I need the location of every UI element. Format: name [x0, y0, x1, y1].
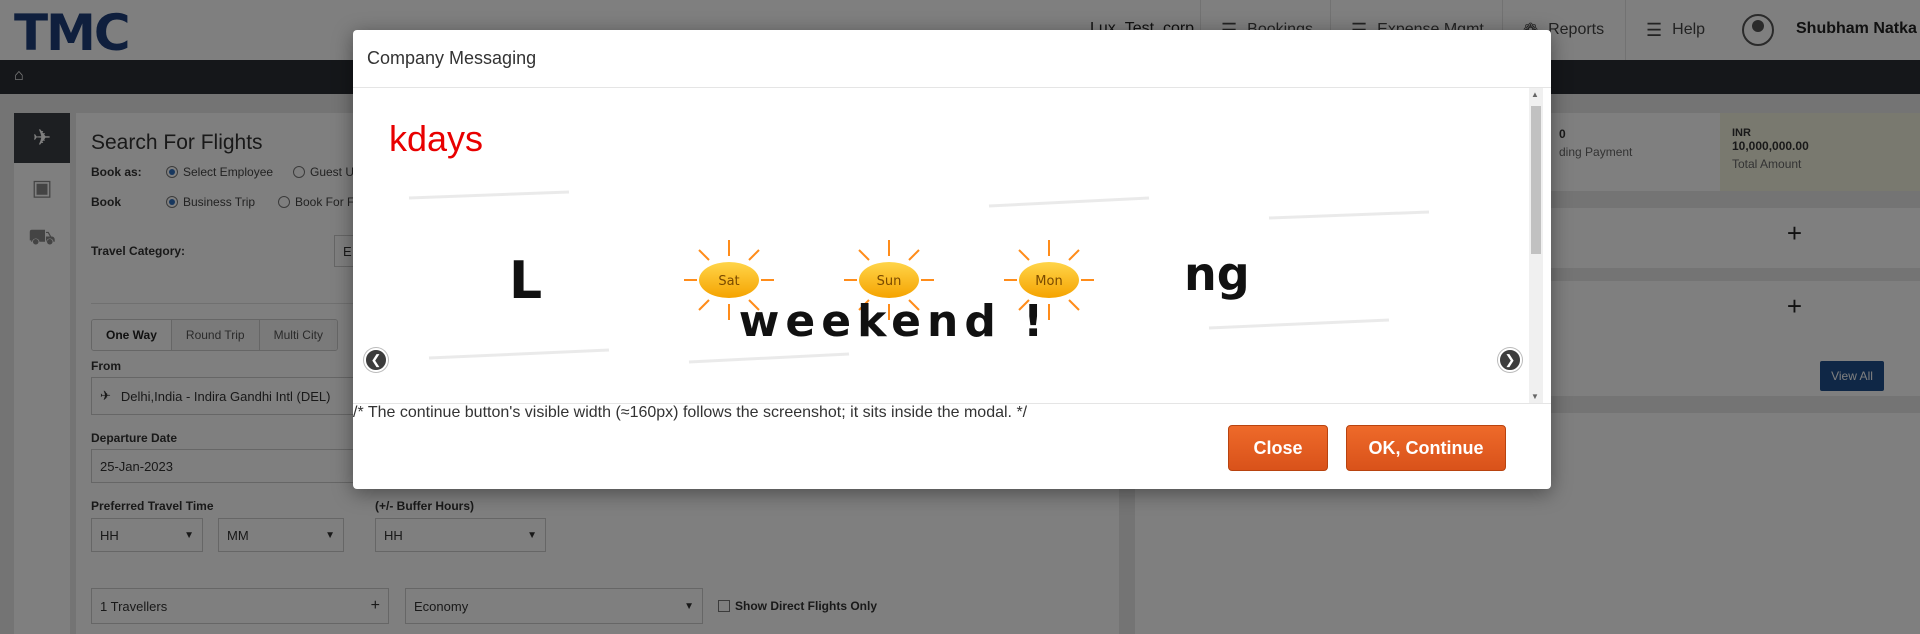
chevron-right-icon: ❯ — [1504, 352, 1516, 367]
carousel-prev-button[interactable]: ❮ — [364, 348, 388, 372]
scroll-up-icon[interactable]: ▲ — [1531, 90, 1539, 99]
modal-title: Company Messaging — [367, 48, 537, 68]
long-weekend-banner: L ng Sat Sun Mon weekend ! — [389, 178, 1449, 378]
banner-text-l: L — [509, 251, 542, 311]
ok-continue-button[interactable]: OK, Continue — [1346, 425, 1506, 471]
banner-text-weekend: weekend ! — [739, 296, 1049, 347]
banner-text-ng: ng — [1184, 247, 1250, 301]
scroll-down-icon[interactable]: ▼ — [1531, 392, 1539, 401]
chevron-left-icon: ❮ — [370, 352, 382, 367]
close-button[interactable]: Close — [1228, 425, 1328, 471]
modal-footer: Close /* The continue button's visible w… — [353, 403, 1551, 489]
modal-body: kdays L ng Sat Sun Mon weekend ! ❮ ❯ ▲ ▼ — [353, 88, 1551, 403]
company-messaging-modal: Company Messaging kdays L ng Sat Sun Mon… — [353, 30, 1551, 489]
sun-day-label: Sat — [718, 274, 739, 289]
sun-day-label: Sun — [877, 274, 902, 289]
sun-day-label: Mon — [1035, 274, 1062, 289]
message-title: kdays — [389, 118, 484, 159]
scrollbar-thumb[interactable] — [1531, 106, 1541, 254]
carousel-next-button[interactable]: ❯ — [1498, 348, 1522, 372]
modal-scrollbar[interactable]: ▲ ▼ — [1529, 88, 1543, 403]
modal-header: Company Messaging — [353, 30, 1551, 88]
